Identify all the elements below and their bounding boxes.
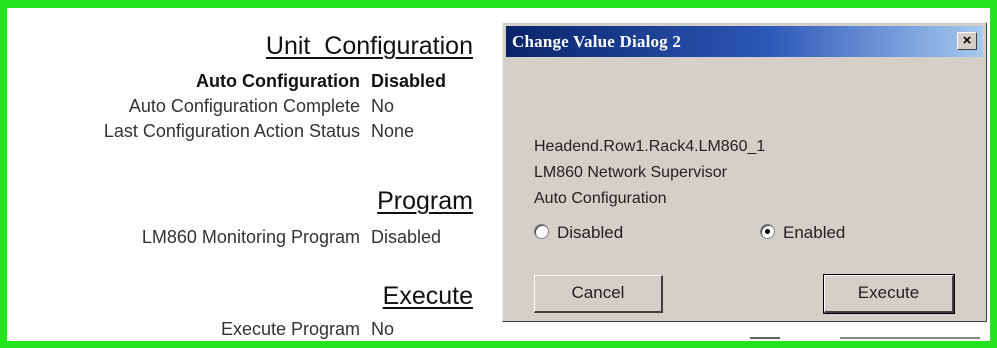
green-highlight-frame xyxy=(0,0,997,348)
